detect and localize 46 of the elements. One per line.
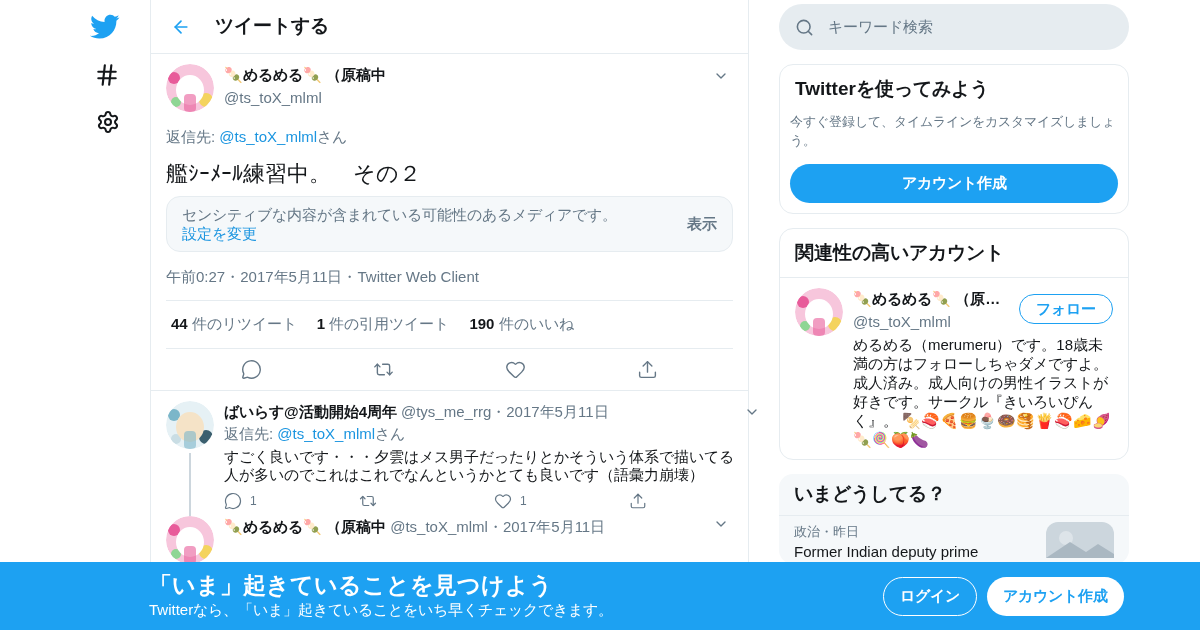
stat-link[interactable]: 1 件の引用ツイート — [316, 313, 450, 336]
share-icon[interactable] — [636, 358, 658, 380]
banner-subtitle: Twitterなら、「いま」起きていることをいち早くチェックできます。 — [149, 599, 614, 620]
account-name[interactable]: 🍡めるめる🍡 （原… — [853, 288, 1019, 311]
card-title: Twitterを使ってみよう — [794, 77, 990, 101]
signup-button[interactable]: アカウント作成 — [987, 576, 1124, 616]
author-handle[interactable]: @ts_toX_mlml — [224, 86, 703, 109]
settings-link[interactable]: 設定を変更 — [182, 224, 257, 242]
tweet-timestamp[interactable]: 午前0:27・2017年5月11日・Twitter Web Client — [166, 265, 733, 301]
mention-link[interactable]: @ts_toX_mlml — [277, 425, 376, 442]
search-field[interactable]: キーワード検索 — [779, 4, 1129, 50]
trend-category: 政治・昨日 — [794, 522, 860, 541]
reply-text: すごく良いです・・・夕雲はメス男子だったりとかそういう体系で描いてる人が多いのでこれはこれでなんというかとても良いです（語彙力崩壊） — [224, 447, 735, 484]
action-count: 1 — [250, 492, 257, 510]
search-input[interactable]: キーワード検索 — [828, 15, 1113, 39]
card-title: いまどうしてる？ — [779, 474, 1129, 516]
like-icon[interactable] — [494, 491, 512, 510]
action-count: 1 — [520, 492, 527, 510]
page-title: ツイートする — [215, 14, 329, 39]
reply-author-name[interactable]: 🍡めるめる🍡 （原稿中 — [224, 515, 387, 538]
trend-text[interactable]: Former Indian deputy prime — [794, 541, 1036, 564]
tweet-text: 艦ｼｰﾒｰﾙ練習中。 その２ — [166, 159, 422, 188]
reply-to-text: 返信先: @ts_toX_mlmlさん — [224, 424, 407, 444]
reply-author-name[interactable]: ばいらす@活動開始4周年 — [224, 400, 397, 423]
reply-meta[interactable]: @tys_me_rrg・2017年5月11日 — [400, 400, 740, 423]
reply-meta[interactable]: @ts_toX_mlml・2017年5月11日 — [390, 515, 709, 538]
settings-icon[interactable] — [96, 110, 120, 134]
banner-title: 「いま」起きていることを見つけよう — [149, 570, 553, 599]
stat-link[interactable]: 44 件のリツイート — [171, 313, 297, 336]
author-name[interactable]: 🍡めるめる🍡 （原稿中 — [224, 64, 703, 87]
reply-to-text: 返信先: @ts_toX_mlmlさん — [166, 127, 349, 147]
signup-button[interactable]: アカウント作成 — [790, 163, 1118, 203]
hashtag-icon[interactable] — [94, 62, 120, 88]
card-title: 関連性の高いアカウント — [780, 228, 1128, 278]
reply-icon[interactable] — [224, 491, 242, 510]
bird-logo-icon[interactable] — [90, 14, 120, 40]
sensitive-media-text: センシティブな内容が含まれている可能性のあるメディアです。 設定を変更 — [182, 204, 618, 243]
share-icon[interactable] — [629, 491, 647, 510]
card-text: 今すぐ登録して、タイムラインをカスタマイズしましょう。 — [790, 112, 1116, 150]
account-bio: めるめる（merumeru）です。18歳未満の方はフォローしちゃダメですよ。成人済み。成人向けの男性イラストが好きです。サークル『きいろいぴんく』。 🍢🍣🍕🍔🍨🍩🥞🍟🍣🧀🍠🍡🍭🍑🍆 — [853, 335, 1113, 449]
account-handle[interactable]: @ts_toX_mlml — [853, 310, 1019, 333]
search-icon — [795, 17, 814, 37]
stat-link[interactable]: 190 件のいいね — [469, 313, 574, 336]
mention-link[interactable]: @ts_toX_mlml — [219, 128, 318, 145]
show-button[interactable]: 表示 — [687, 214, 717, 233]
reply-icon[interactable] — [241, 358, 263, 380]
